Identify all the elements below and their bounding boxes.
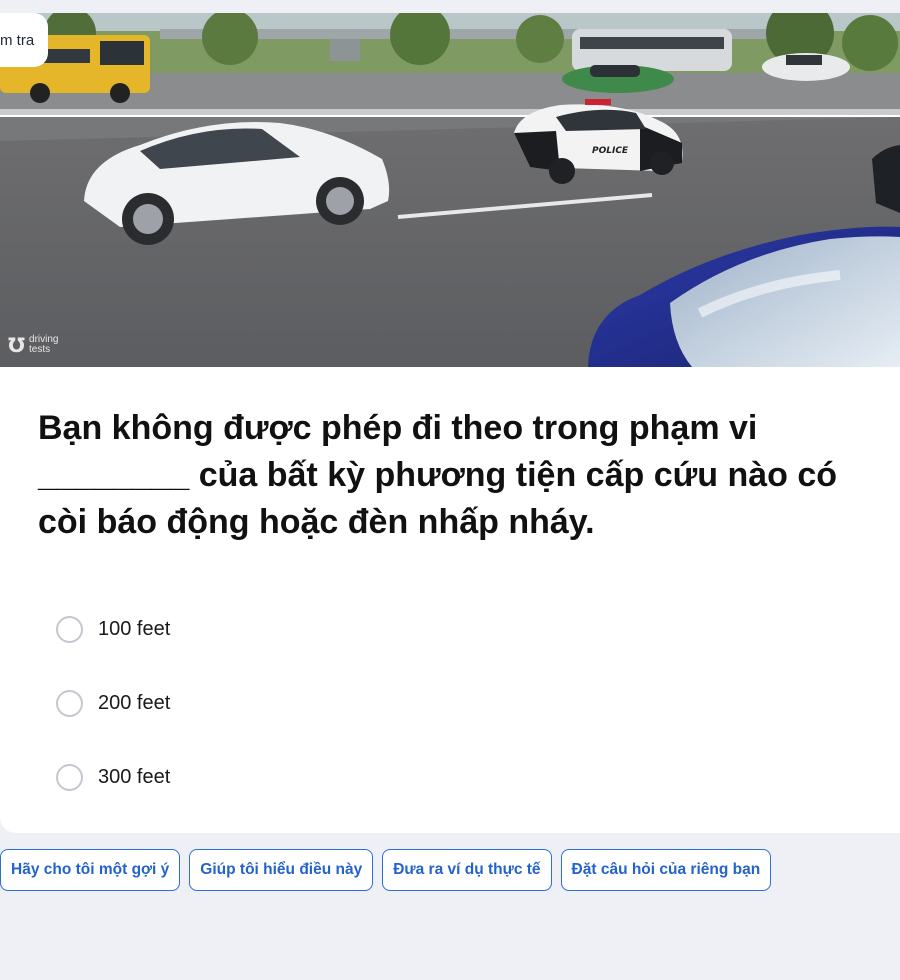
answer-option-3[interactable]: 300 feet [56,749,170,805]
driving-tests-watermark: ℧ driving tests [8,333,73,357]
exam-tag: m tra [0,13,49,67]
answer-options: 100 feet 200 feet 300 feet [56,601,170,823]
exam-tag-label: m tra [0,31,35,49]
driving-tests-logo-icon: ℧ [8,333,26,357]
ai-helper-chips: Hãy cho tôi một gợi ý Giúp tôi hiểu điều… [0,849,772,891]
answer-option-1[interactable]: 100 feet [56,601,170,657]
hint-button[interactable]: Hãy cho tôi một gợi ý [0,849,181,891]
question-text: Bạn không được phép đi theo trong phạm v… [38,409,838,541]
answer-option-label: 100 feet [98,617,171,640]
question-image: POLICE [0,13,900,367]
answer-option-label: 200 feet [98,691,171,714]
explain-button[interactable]: Giúp tôi hiểu điều này [189,849,374,891]
police-text: POLICE [592,146,629,156]
radio-icon[interactable] [56,763,83,791]
ask-own-question-button[interactable]: Đặt câu hỏi của riêng bạn [560,849,772,891]
answer-option-2[interactable]: 200 feet [56,675,170,731]
question-card: POLICE m tra ℧ driving tests Bạn không đư… [0,13,900,833]
real-example-button[interactable]: Đưa ra ví dụ thực tế [382,849,552,891]
answer-option-label: 300 feet [98,765,171,788]
radio-icon[interactable] [56,689,83,717]
watermark-text: driving tests [29,334,59,355]
radio-icon[interactable] [56,615,83,643]
